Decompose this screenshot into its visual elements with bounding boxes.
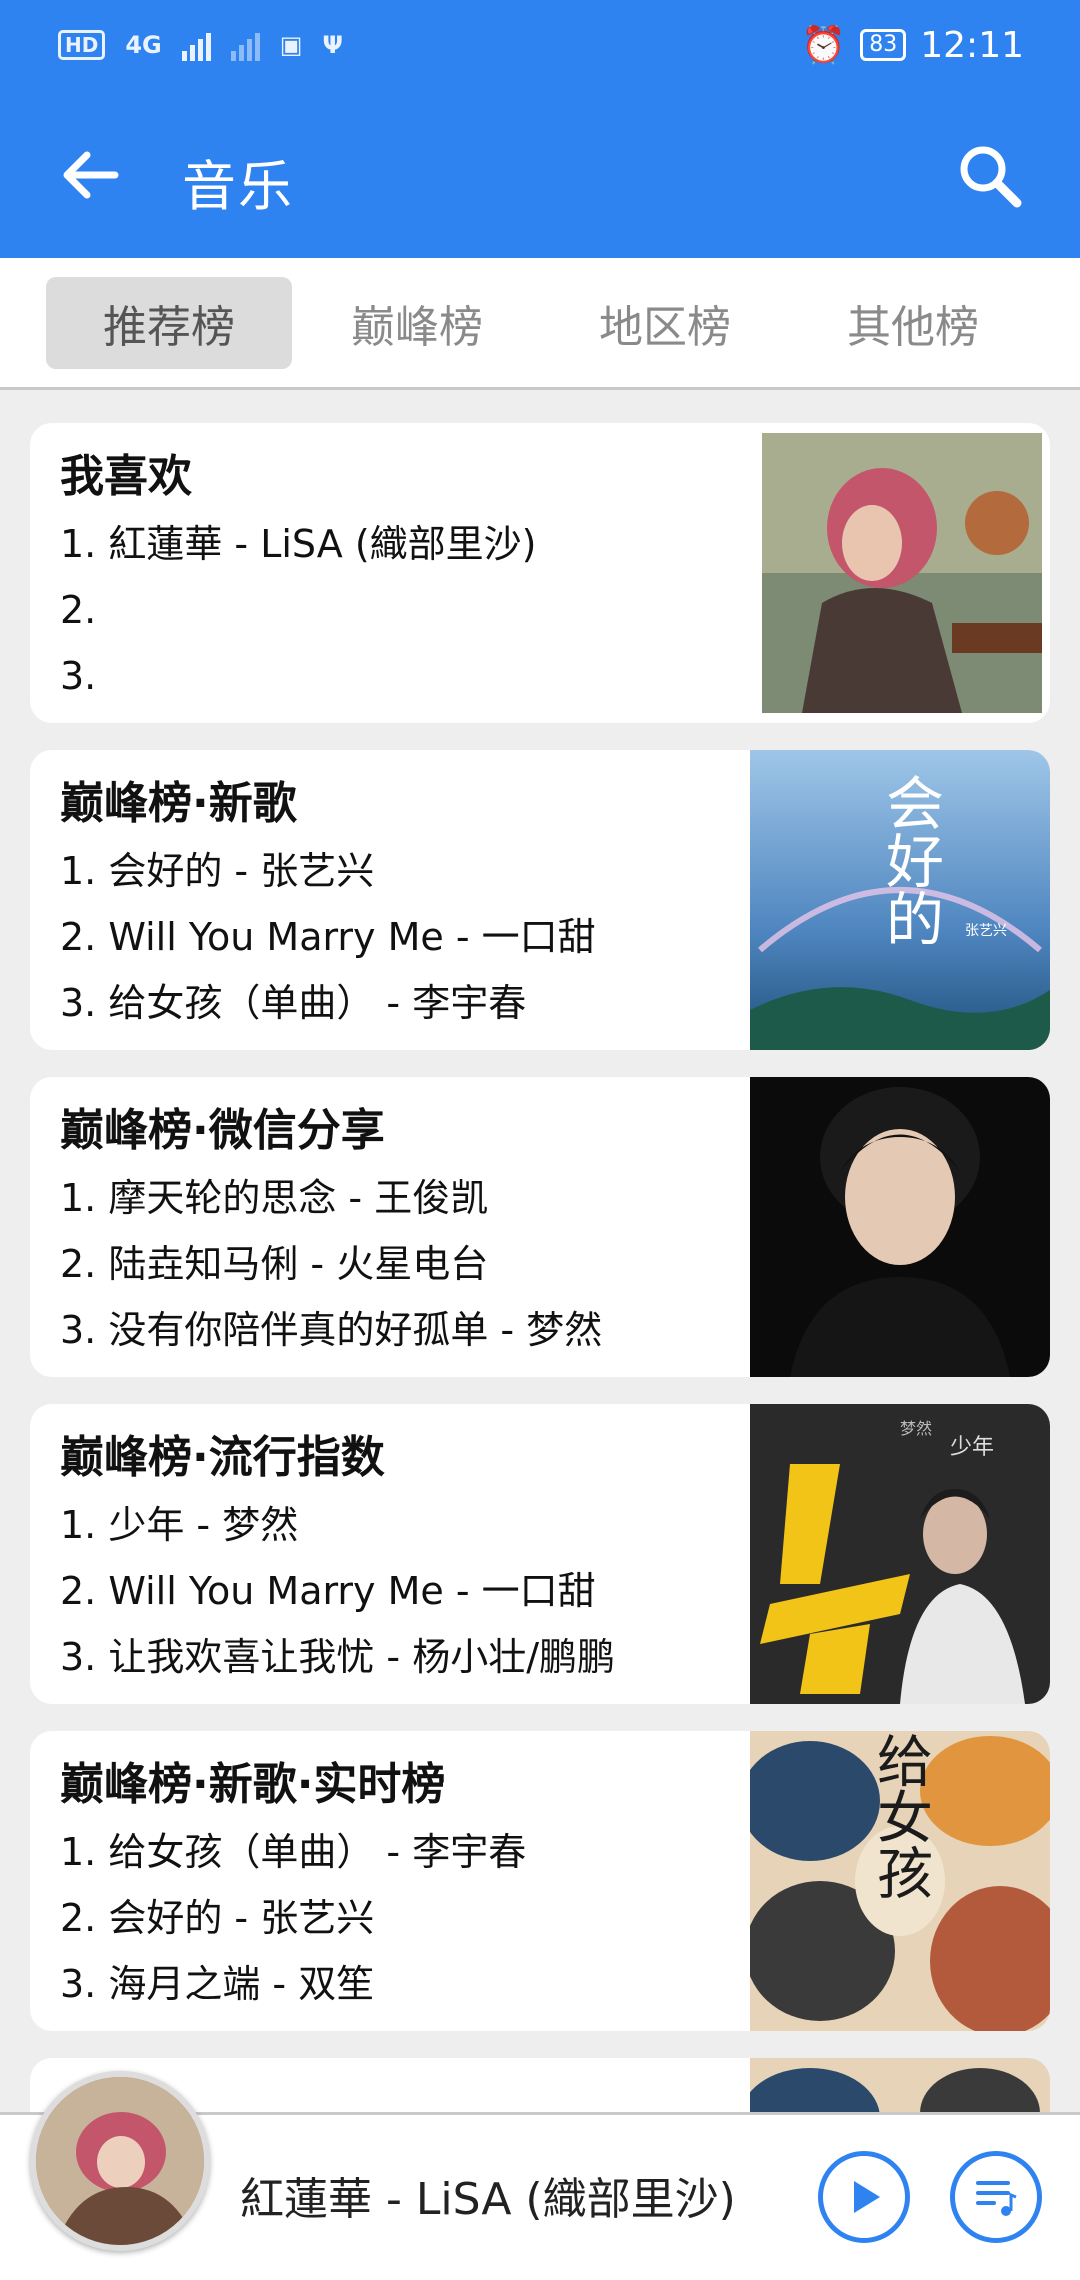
alarm-icon: ⏰ xyxy=(801,25,847,66)
chart-song-line: 1. 给女孩（单曲） - 李宇春 xyxy=(60,1830,527,1874)
tab-other[interactable]: 其他榜 xyxy=(790,277,1036,369)
chart-song-line: 3. 没有你陪伴真的好孤单 - 梦然 xyxy=(60,1308,603,1352)
tab-peak[interactable]: 巅峰榜 xyxy=(294,277,540,369)
chart-song-line: 2. 会好的 - 张艺兴 xyxy=(60,1896,375,1940)
signal-sim2-icon xyxy=(230,29,260,61)
chart-title: 巅峰榜·新歌·实时榜 xyxy=(60,1759,446,1810)
app-bar: 音乐 xyxy=(0,90,1080,258)
chart-card-text: 巅峰榜·流行指数 1. 少年 - 梦然 2. Will You Marry Me… xyxy=(60,1424,760,1690)
chart-song-line: 1. 会好的 - 张艺兴 xyxy=(60,849,375,893)
play-button[interactable] xyxy=(818,2151,910,2243)
search-button[interactable] xyxy=(952,138,1028,214)
now-playing-title: 紅蓮華 - LiSA (織部里沙) xyxy=(240,2174,736,2225)
chart-title: 巅峰榜·新歌 xyxy=(60,778,297,829)
chart-card-text: 我喜欢 1. 紅蓮華 - LiSA (織部里沙) 2. 3. xyxy=(60,443,760,709)
playlist-icon xyxy=(976,2181,1017,2216)
chart-title: 我喜欢 xyxy=(60,451,192,502)
chart-song-line: 1. 紅蓮華 - LiSA (織部里沙) xyxy=(60,522,537,566)
arrow-left-icon xyxy=(63,151,119,199)
chart-song-line: 3. 海月之端 - 双笙 xyxy=(60,1962,375,2006)
status-bar: HD 4G ▣ Ψ ⏰ 83 12:11 xyxy=(0,0,1080,90)
chart-song-line: 2. 陆垚知马俐 - 火星电台 xyxy=(60,1242,489,1286)
chart-cover-image: 给女孩 xyxy=(750,1731,1050,2031)
chart-tabs: 推荐榜 巅峰榜 地区榜 其他榜 xyxy=(0,258,1080,390)
hd-indicator: HD xyxy=(58,30,106,60)
chart-song-line: 1. 少年 - 梦然 xyxy=(60,1503,299,1547)
usb-icon: Ψ xyxy=(322,31,343,59)
chart-cover-image xyxy=(762,433,1042,713)
chart-song-line: 1. 摩天轮的思念 - 王俊凯 xyxy=(60,1176,489,1220)
chart-song-line: 2. Will You Marry Me - 一口甜 xyxy=(60,915,596,959)
chart-song-line: 2. xyxy=(60,588,97,632)
status-icons-right: ⏰ 83 12:11 xyxy=(801,24,1024,67)
chart-cover-image xyxy=(750,1077,1050,1377)
chart-song-line: 3. 让我欢喜让我忧 - 杨小壮/鹏鹏 xyxy=(60,1635,616,1679)
chart-title: 巅峰榜·微信分享 xyxy=(60,1105,385,1156)
cover-artist-text: 梦然 xyxy=(900,1419,932,1438)
cover-title-text: 会好的 xyxy=(876,773,944,947)
status-icons-left: HD 4G ▣ Ψ xyxy=(58,29,343,61)
chart-cover-image: 会好的 张艺兴 xyxy=(750,750,1050,1050)
time: 12:11 xyxy=(920,24,1024,66)
network-type: 4G xyxy=(125,31,162,59)
chart-card-wechat-share[interactable]: 巅峰榜·微信分享 1. 摩天轮的思念 - 王俊凯 2. 陆垚知马俐 - 火星电台… xyxy=(30,1077,1050,1377)
cover-title-text: 少年 xyxy=(950,1435,994,1460)
cover-artist-text: 张艺兴 xyxy=(965,923,1007,939)
chart-card-popularity[interactable]: 巅峰榜·流行指数 1. 少年 - 梦然 2. Will You Marry Me… xyxy=(30,1404,1050,1704)
chart-title: 巅峰榜·流行指数 xyxy=(60,1432,385,1483)
chart-card-text: 巅峰榜·微信分享 1. 摩天轮的思念 - 王俊凯 2. 陆垚知马俐 - 火星电台… xyxy=(60,1097,760,1363)
search-icon xyxy=(960,146,1022,208)
tab-region[interactable]: 地区榜 xyxy=(542,277,788,369)
tab-recommended[interactable]: 推荐榜 xyxy=(46,276,292,369)
signal-icon xyxy=(181,29,211,61)
chart-card-text: 巅峰榜·新歌 1. 会好的 - 张艺兴 2. Will You Marry Me… xyxy=(60,770,760,1036)
chart-song-line: 3. xyxy=(60,654,97,698)
chart-card-new-songs[interactable]: 巅峰榜·新歌 1. 会好的 - 张艺兴 2. Will You Marry Me… xyxy=(30,750,1050,1050)
chart-card-text: 巅峰榜·新歌·实时榜 1. 给女孩（单曲） - 李宇春 2. 会好的 - 张艺兴… xyxy=(60,1751,760,2017)
album-art-image xyxy=(36,2077,204,2245)
mini-player[interactable]: 紅蓮華 - LiSA (織部里沙) xyxy=(0,2071,1080,2280)
page-title: 音乐 xyxy=(182,155,294,218)
play-icon xyxy=(854,2181,880,2213)
now-playing-cover[interactable] xyxy=(30,2071,210,2251)
cover-title-text: 给女孩 xyxy=(868,1732,933,1900)
playlist-button[interactable] xyxy=(950,2151,1042,2243)
chart-song-line: 2. Will You Marry Me - 一口甜 xyxy=(60,1569,596,1613)
chart-card-new-realtime[interactable]: 巅峰榜·新歌·实时榜 1. 给女孩（单曲） - 李宇春 2. 会好的 - 张艺兴… xyxy=(30,1731,1050,2031)
chart-cover-image: 少年 梦然 xyxy=(750,1404,1050,1704)
chart-song-line: 3. 给女孩（单曲） - 李宇春 xyxy=(60,981,527,1025)
back-button[interactable] xyxy=(56,140,126,210)
battery-indicator: 83 xyxy=(860,29,907,61)
screen-record-icon: ▣ xyxy=(279,31,303,59)
chart-card-favorites[interactable]: 我喜欢 1. 紅蓮華 - LiSA (織部里沙) 2. 3. xyxy=(30,423,1050,723)
